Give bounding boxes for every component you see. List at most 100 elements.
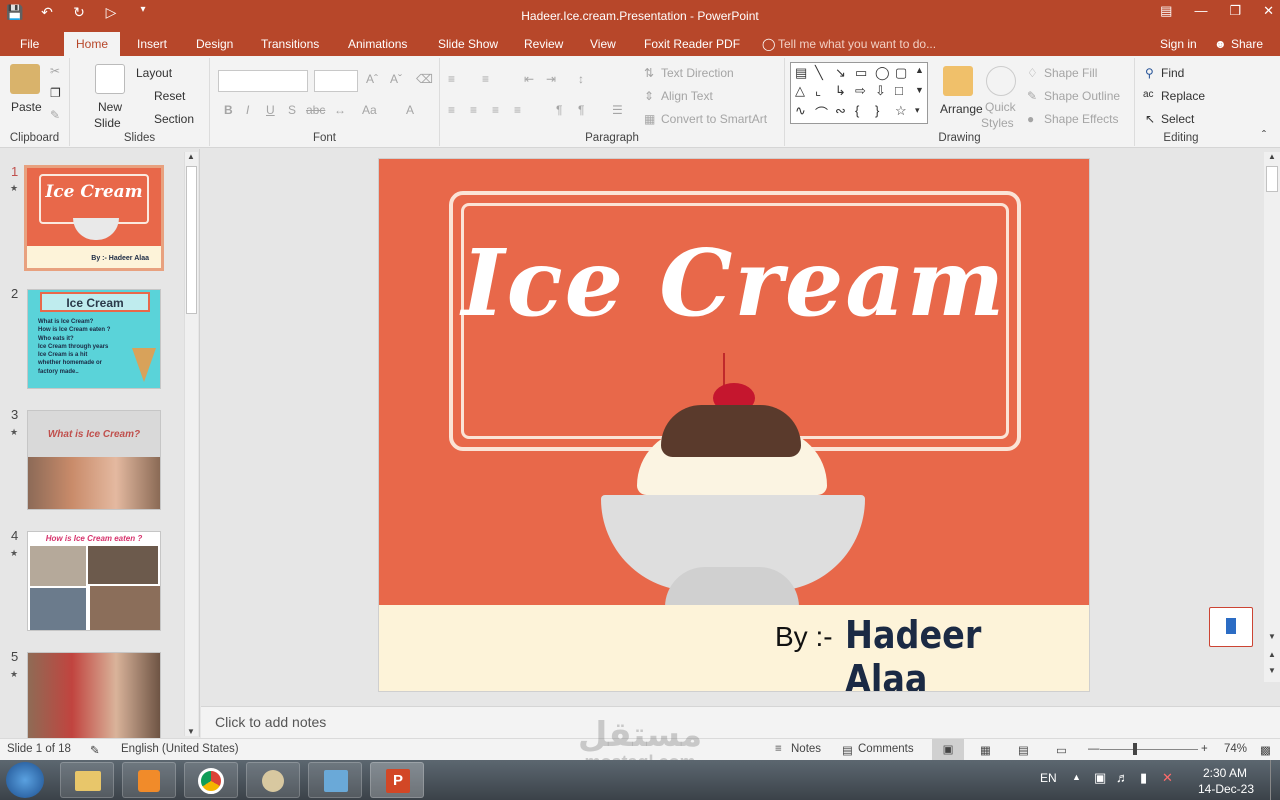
network-signal-icon[interactable]: ▮ [1140, 770, 1147, 786]
shapes-gallery[interactable]: ▤ ╲ ↘ ▭ ◯ ▢ △ ⌞ ↳ ⇨ ⇩ □ ∿ ⌒ ∾ { } ☆ ▲ ▼ … [790, 62, 928, 124]
normal-view-icon[interactable]: ▣ [932, 739, 964, 760]
tab-transitions[interactable]: Transitions [261, 37, 319, 51]
slideshow-view-icon[interactable]: ▭ [1056, 743, 1067, 757]
slide-thumbnail-1[interactable]: Ice Cream By :- Hadeer Alaa [24, 165, 164, 271]
scroll-thumb[interactable] [1266, 166, 1278, 192]
slide-thumbnail-2[interactable]: Ice Cream What is Ice Cream? How is Ice … [27, 289, 161, 389]
select-button[interactable]: Select [1161, 112, 1194, 126]
sign-in-link[interactable]: Sign in [1160, 37, 1197, 51]
underline-icon[interactable]: U [266, 103, 275, 117]
author-name[interactable]: Hadeer Alaa [845, 613, 1060, 691]
cut-icon[interactable]: ✂ [50, 64, 60, 78]
italic-icon[interactable]: I [246, 103, 249, 117]
author-prefix[interactable]: By :- [775, 621, 833, 653]
font-name-combo[interactable] [218, 70, 308, 92]
decrease-font-icon[interactable]: Aˇ [390, 72, 402, 86]
right-arrow-shape-icon[interactable]: ⇨ [855, 83, 866, 99]
gallery-down-icon[interactable]: ▼ [915, 85, 924, 95]
rounded-rect-shape-icon[interactable]: ▢ [895, 65, 907, 81]
scroll-down-icon[interactable]: ▼ [1268, 632, 1276, 641]
line-shape-icon[interactable]: ╲ [815, 65, 823, 81]
align-center-icon[interactable]: ≡ [470, 103, 477, 117]
align-left-icon[interactable]: ≡ [448, 103, 455, 117]
curve-shape-icon[interactable]: ∾ [835, 103, 846, 119]
scroll-up-icon[interactable]: ▲ [1268, 152, 1276, 161]
paste-icon[interactable] [10, 64, 40, 94]
comments-button[interactable]: Comments [858, 743, 914, 755]
reset-button[interactable]: Reset [154, 89, 185, 103]
text-direction-button[interactable]: Text Direction [661, 66, 734, 80]
bullets-icon[interactable]: ≡ [448, 72, 455, 86]
notes-pane[interactable]: Click to add notes [201, 706, 1280, 738]
quick-styles-button[interactable]: Styles [981, 116, 1014, 130]
gallery-more-icon[interactable]: ▾ [915, 105, 920, 116]
font-size-combo[interactable] [314, 70, 358, 92]
shape-effects-button[interactable]: Shape Effects [1044, 112, 1119, 126]
elbow-shape-icon[interactable]: ⌞ [815, 83, 821, 99]
clock-date[interactable]: 14-Dec-23 [1198, 782, 1254, 796]
star-shape-icon[interactable]: ☆ [895, 103, 907, 119]
reading-view-icon[interactable]: ▤ [1018, 743, 1029, 757]
freeform-shape-icon[interactable]: ∿ [795, 103, 806, 119]
oval-shape-icon[interactable]: ◯ [875, 65, 890, 81]
left-brace-shape-icon[interactable]: { [855, 103, 859, 118]
find-icon[interactable]: ⚲ [1145, 66, 1154, 80]
notes-icon[interactable]: ≡ [775, 743, 782, 755]
callout-shape-icon[interactable]: □ [895, 83, 903, 98]
slide-thumbnail-4[interactable]: How is Ice Cream eaten ? [27, 531, 161, 631]
text-direction-icon[interactable]: ⇅ [644, 66, 654, 80]
minimize-icon[interactable]: — [1194, 3, 1207, 19]
tab-slide-show[interactable]: Slide Show [438, 37, 498, 51]
tab-file[interactable]: File [20, 37, 39, 51]
change-case-icon[interactable]: Aa [362, 103, 377, 117]
tab-animations[interactable]: Animations [348, 37, 407, 51]
new-slide-label[interactable]: New [98, 100, 122, 114]
next-slide-icon[interactable]: ▼ [1268, 666, 1276, 675]
char-spacing-icon[interactable]: ↔ [334, 103, 346, 117]
tell-me-box[interactable]: Tell me what you want to do... [778, 37, 936, 51]
columns-icon[interactable]: ☰ [612, 103, 623, 117]
previous-slide-icon[interactable]: ▲ [1268, 650, 1276, 659]
copy-icon[interactable]: ❐ [50, 86, 61, 100]
align-text-button[interactable]: Align Text [661, 89, 713, 103]
decrease-indent-icon[interactable]: ⇤ [524, 72, 534, 86]
shape-outline-icon[interactable]: ✎ [1027, 89, 1037, 103]
align-text-icon[interactable]: ⇕ [644, 89, 654, 103]
slide-sorter-icon[interactable]: ▦ [980, 743, 991, 757]
control-panel-icon[interactable] [308, 762, 362, 798]
scroll-up-icon[interactable]: ▲ [187, 152, 195, 161]
share-icon[interactable]: ☻ [1214, 37, 1227, 51]
share-button[interactable]: Share [1231, 37, 1263, 51]
triangle-shape-icon[interactable]: △ [795, 83, 805, 99]
zoom-out-icon[interactable]: — [1088, 743, 1100, 755]
textbox-shape-icon[interactable]: ▤ [795, 65, 807, 81]
comments-icon[interactable]: ▤ [842, 743, 853, 757]
shape-fill-button[interactable]: Shape Fill [1044, 66, 1097, 80]
zoom-in-icon[interactable]: + [1201, 743, 1208, 755]
start-button[interactable] [6, 762, 44, 798]
zoom-level[interactable]: 74% [1224, 743, 1247, 755]
find-button[interactable]: Find [1161, 66, 1184, 80]
arrange-button[interactable]: Arrange [940, 102, 983, 116]
spell-check-icon[interactable]: ✎ [90, 743, 100, 757]
slide-scrollbar[interactable]: ▲ ▼ ▲ ▼ [1264, 152, 1280, 682]
replace-button[interactable]: Replace [1161, 89, 1205, 103]
convert-smartart-button[interactable]: Convert to SmartArt [661, 112, 767, 126]
justify-icon[interactable]: ≡ [514, 103, 521, 117]
tab-home[interactable]: Home [64, 32, 121, 56]
clear-format-icon[interactable]: ⌫ [416, 72, 433, 86]
smartart-icon[interactable]: ▦ [644, 112, 655, 126]
chrome-icon[interactable] [184, 762, 238, 798]
thumbnail-scrollbar[interactable]: ▲ ▼ [184, 152, 198, 736]
tab-view[interactable]: View [590, 37, 616, 51]
tray-expand-icon[interactable]: ▲ [1072, 772, 1081, 782]
new-slide-icon[interactable] [95, 64, 125, 94]
replace-icon[interactable]: ac [1143, 89, 1154, 100]
quick-styles-icon[interactable] [986, 66, 1016, 96]
fit-to-window-icon[interactable]: ▩ [1260, 743, 1271, 757]
bold-icon[interactable]: B [224, 103, 233, 117]
shadow-icon[interactable]: S [288, 103, 296, 117]
notes-placeholder[interactable]: Click to add notes [215, 714, 326, 730]
bookmark-widget[interactable] [1209, 607, 1253, 647]
scroll-down-icon[interactable]: ▼ [187, 727, 195, 736]
